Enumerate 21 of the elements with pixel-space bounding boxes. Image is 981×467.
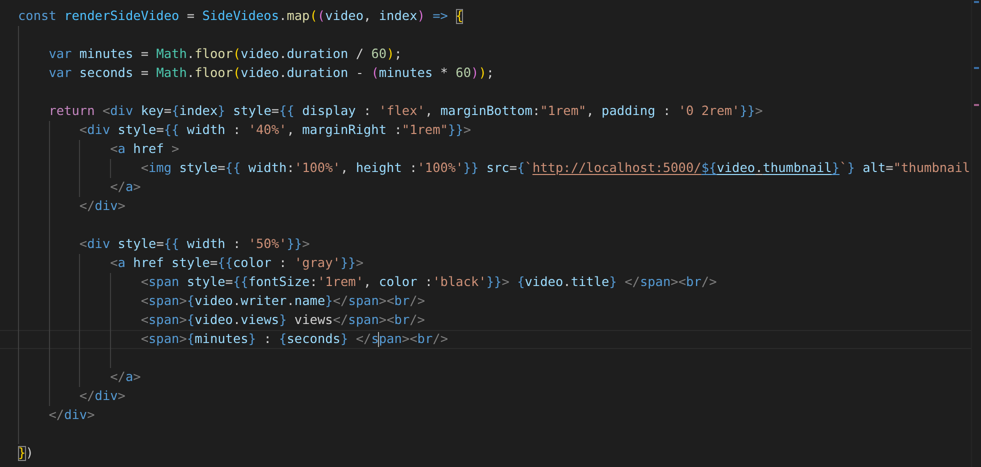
code-line: </a>	[109, 179, 141, 197]
code-line: <div style={{ width : '50%'}}>	[78, 236, 310, 254]
code-line: <div style={{ width : '40%', marginRight :"1rem"}}>	[78, 122, 471, 140]
code-line: </div>	[78, 388, 126, 406]
code-line: <span>{video.writer.name}</span><br/>	[140, 293, 425, 311]
code-line: const renderSideVideo = SideVideos.map((video, index) => {	[18, 8, 464, 26]
code-line: </div>	[78, 198, 126, 216]
code-editor[interactable]	[0, 0, 981, 467]
code-line: </a>	[109, 369, 141, 387]
code-line: <span>{minutes} : {seconds} </span><br/>	[140, 331, 448, 348]
code-line: <a href style={{color : 'gray'}}>	[109, 255, 364, 273]
code-line: var minutes = Math.floor(video.duration / 60);	[48, 46, 402, 64]
scrollbar[interactable]	[971, 0, 981, 467]
code-line: <span style={{fontSize:'1rem', color :'black'}}> {video.title} </span><br/>	[140, 274, 717, 292]
code-line: <span>{video.views} views</span><br/>	[140, 312, 425, 330]
code-line: var seconds = Math.floor(video.duration - (minutes * 60));	[48, 65, 494, 83]
code-line: <img style={{ width:'100%', height :'100%'}} src={`http://localhost:5000/${video.thumbnail}`} alt="thumbnail	[140, 160, 970, 178]
code-line: })	[18, 445, 34, 463]
code-line: return <div key={index} style={{ display : 'flex', marginBottom:"1rem", padding : '0 2rem'}}>	[48, 103, 763, 121]
code-line: <a href >	[109, 141, 180, 159]
code-line: </div>	[48, 407, 95, 425]
